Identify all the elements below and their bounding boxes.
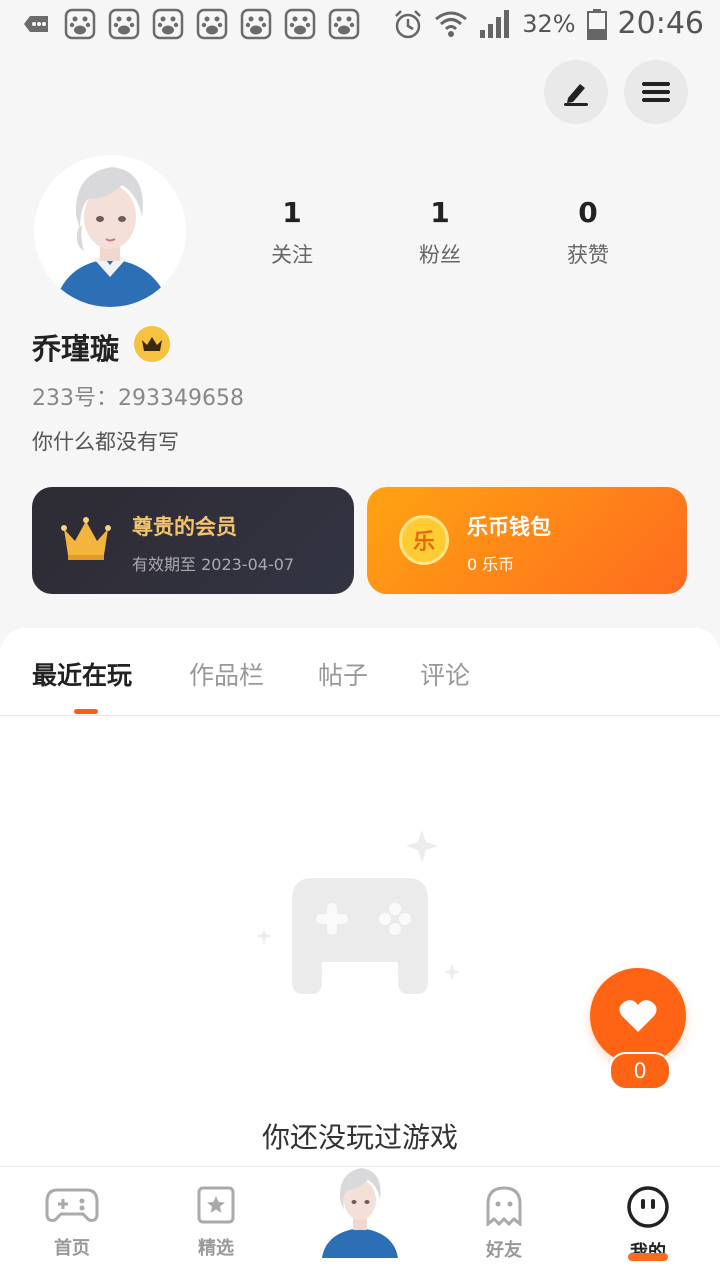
avatar (322, 1168, 398, 1258)
notification-icons (20, 8, 360, 40)
nav-home[interactable]: 首页 (22, 1186, 122, 1260)
like-count: 0 (609, 1052, 671, 1090)
battery-icon (586, 8, 607, 40)
tab-indicator (74, 709, 98, 714)
stat-value: 1 (282, 196, 302, 229)
like-button[interactable] (590, 968, 686, 1064)
ghost-icon (486, 1186, 522, 1228)
stat-value: 0 (578, 196, 598, 229)
signal-icon (480, 9, 510, 38)
wallet-card[interactable]: 乐 乐币钱包 0 乐币 (367, 487, 687, 594)
gold-crown-icon (61, 517, 111, 560)
username: 乔瑾璇 (32, 332, 120, 366)
baidu-paw-icon (64, 8, 96, 40)
stat-following[interactable]: 1 关注 (218, 196, 366, 269)
tab-works[interactable]: 作品栏 (189, 656, 264, 692)
empty-state-text: 你还没玩过游戏 (261, 1121, 458, 1154)
stat-label: 粉丝 (419, 243, 461, 267)
tab-divider (0, 715, 720, 716)
baidu-paw-icon (328, 8, 360, 40)
tab-comments[interactable]: 评论 (420, 656, 470, 692)
stat-value: 1 (430, 196, 450, 229)
stat-label: 关注 (271, 243, 313, 267)
wallet-card-balance: 0 乐币 (467, 555, 515, 574)
tab-posts[interactable]: 帖子 (318, 656, 368, 692)
edit-button[interactable] (544, 60, 608, 124)
clock-time: 20:46 (617, 6, 704, 41)
gamepad-empty-illustration (256, 830, 460, 994)
nav-label-friends: 好友 (486, 1240, 522, 1261)
nav-active-indicator (628, 1253, 668, 1261)
pencil-icon (564, 84, 588, 106)
user-id: 233号：293349658 (32, 386, 244, 411)
menu-icon (642, 82, 670, 102)
crown-icon (142, 337, 162, 351)
stat-fans[interactable]: 1 粉丝 (366, 196, 514, 269)
star-box-icon (197, 1186, 235, 1224)
stat-label: 获赞 (567, 243, 609, 267)
baidu-paw-icon (284, 8, 316, 40)
baidu-paw-icon (196, 8, 228, 40)
vip-card-expiry: 有效期至 2023-04-07 (132, 555, 295, 574)
nav-featured[interactable]: 精选 (166, 1186, 266, 1260)
chat-bubble-icon (24, 16, 48, 32)
stat-likes[interactable]: 0 获赞 (514, 196, 662, 269)
heart-icon (619, 1000, 657, 1032)
baidu-paw-icon (108, 8, 140, 40)
face-icon (627, 1186, 669, 1228)
vip-crown-badge[interactable] (134, 326, 170, 362)
wallet-card-title: 乐币钱包 (467, 515, 551, 539)
nav-avatar-button[interactable] (320, 1166, 400, 1258)
system-status: 32% 20:46 (392, 6, 704, 41)
nav-label-home: 首页 (54, 1238, 90, 1259)
profile-stats: 1 关注 1 粉丝 0 获赞 (218, 196, 662, 269)
user-bio: 你什么都没有写 (32, 430, 179, 454)
baidu-paw-icon (152, 8, 184, 40)
nav-label-featured: 精选 (198, 1238, 234, 1259)
tab-recent-playing[interactable]: 最近在玩 (32, 656, 132, 692)
menu-button[interactable] (624, 60, 688, 124)
battery-percent: 32% (522, 9, 576, 38)
wifi-icon (435, 11, 468, 37)
avatar-illustration (34, 155, 186, 307)
status-bar: 32% 20:46 (0, 0, 720, 48)
vip-card-title: 尊贵的会员 (132, 515, 237, 539)
coin-icon: 乐 (399, 515, 449, 565)
alarm-icon (395, 9, 422, 38)
nav-friends[interactable]: 好友 (454, 1186, 554, 1262)
baidu-paw-icon (240, 8, 272, 40)
gamepad-icon (45, 1188, 99, 1222)
avatar[interactable] (34, 155, 186, 307)
vip-card[interactable]: 尊贵的会员 有效期至 2023-04-07 (32, 487, 354, 594)
